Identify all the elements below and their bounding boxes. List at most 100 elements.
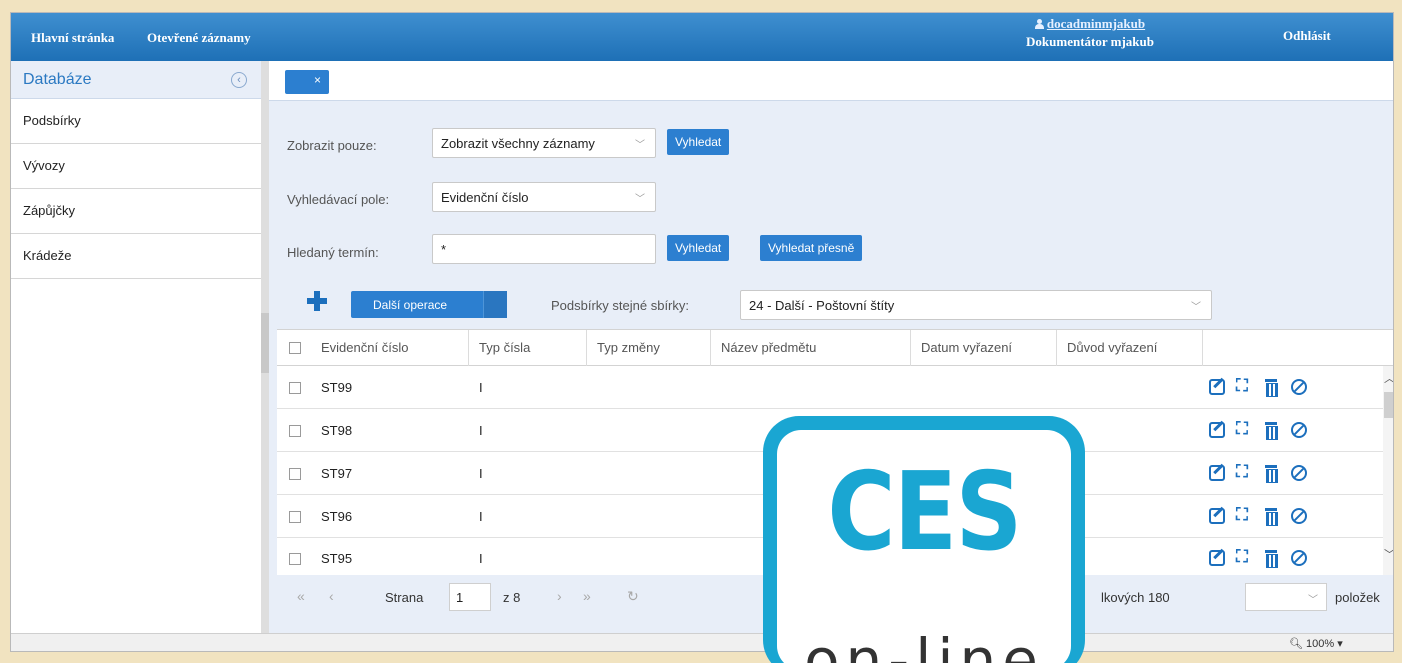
record-number: ST96 xyxy=(321,509,353,524)
number-type: I xyxy=(479,380,483,395)
sidebar: Databáze ‹ Podsbírky Vývozy Zápůjčky Krá… xyxy=(11,61,261,651)
expand-icon[interactable] xyxy=(1236,376,1252,396)
column-header[interactable]: Evidenční číslo xyxy=(311,330,469,366)
search-field-select[interactable]: Evidenční číslo ﹀ xyxy=(432,182,656,212)
logout-link[interactable]: Odhlásit xyxy=(1283,28,1331,44)
zoom-level[interactable]: 🔍︎ 100% ▾ xyxy=(1289,637,1343,650)
column-header[interactable]: Datum vyřazení xyxy=(911,330,1057,366)
ces-online-logo: CES on-line xyxy=(763,416,1085,663)
nav-open-records-link[interactable]: Otevřené záznamy xyxy=(147,30,251,46)
show-only-label: Zobrazit pouze: xyxy=(287,138,377,153)
page-label: Strana xyxy=(385,590,424,605)
block-icon[interactable] xyxy=(1291,508,1307,524)
first-page-icon[interactable]: « xyxy=(297,588,305,604)
edit-icon[interactable] xyxy=(1209,422,1225,438)
sidebar-item-vyvozy[interactable]: Vývozy xyxy=(11,144,261,189)
block-icon[interactable] xyxy=(1291,550,1307,566)
edit-icon[interactable] xyxy=(1209,550,1225,566)
sidebar-header: Databáze ‹ xyxy=(11,61,261,99)
zoom-icon: 🔍︎ xyxy=(1289,638,1303,650)
page-size-select[interactable]: ﹀ xyxy=(1245,583,1327,611)
user-info: docadminmjakub Dokumentátor mjakub xyxy=(1005,16,1175,50)
block-icon[interactable] xyxy=(1291,379,1307,395)
nav-home-link[interactable]: Hlavní stránka xyxy=(31,30,114,46)
expand-icon[interactable] xyxy=(1236,419,1252,439)
collapse-sidebar-icon[interactable]: ‹ xyxy=(231,72,247,88)
last-page-icon[interactable]: » xyxy=(583,588,591,604)
sidebar-item-podsbirky[interactable]: Podsbírky xyxy=(11,99,261,144)
block-icon[interactable] xyxy=(1291,465,1307,481)
splitter-grip[interactable] xyxy=(261,313,269,373)
search-term-value: * xyxy=(441,242,447,257)
scroll-up-icon[interactable]: ︿ xyxy=(1384,370,1393,386)
record-number: ST95 xyxy=(321,551,353,566)
table-scrollbar[interactable]: ︿ ﹀ xyxy=(1383,366,1393,576)
subcollections-select[interactable]: 24 - Další - Poštovní štíty ﹀ xyxy=(740,290,1212,320)
number-type: I xyxy=(479,466,483,481)
logo-title: CES xyxy=(827,450,1022,575)
number-type: I xyxy=(479,509,483,524)
expand-icon[interactable] xyxy=(1236,505,1252,525)
block-icon[interactable] xyxy=(1291,422,1307,438)
record-tab[interactable]: × xyxy=(285,70,329,94)
next-page-icon[interactable]: › xyxy=(557,588,562,604)
delete-icon[interactable] xyxy=(1263,508,1279,526)
delete-icon[interactable] xyxy=(1263,465,1279,483)
total-records-text: lkových 180 xyxy=(1101,590,1170,605)
page-number-input[interactable]: 1 xyxy=(449,583,491,611)
more-operations-label: Další operace xyxy=(373,298,448,312)
expand-icon[interactable] xyxy=(1236,462,1252,482)
row-checkbox[interactable] xyxy=(289,425,301,437)
table-row[interactable]: ST99 I xyxy=(277,367,1383,409)
user-role: Dokumentátor mjakub xyxy=(1026,34,1154,49)
page-number-value: 1 xyxy=(456,590,464,605)
previous-page-icon[interactable]: ‹ xyxy=(329,588,334,604)
edit-icon[interactable] xyxy=(1209,379,1225,395)
scroll-down-icon[interactable]: ﹀ xyxy=(1384,546,1393,562)
delete-icon[interactable] xyxy=(1263,379,1279,397)
expand-icon[interactable] xyxy=(1236,547,1252,567)
user-icon xyxy=(1034,19,1044,29)
page-total: z 8 xyxy=(503,590,521,605)
row-checkbox[interactable] xyxy=(289,382,301,394)
search-term-button[interactable]: Vyhledat xyxy=(667,235,730,261)
search-button[interactable]: Vyhledat xyxy=(667,129,730,155)
user-login-link[interactable]: docadminmjakub xyxy=(1047,16,1145,31)
subcollections-value: 24 - Další - Poštovní štíty xyxy=(749,298,895,313)
chevron-down-icon: ﹀ xyxy=(1191,302,1201,313)
search-exact-button[interactable]: Vyhledat přesně xyxy=(760,235,863,261)
app-window: Hlavní stránka Otevřené záznamy docadmin… xyxy=(10,12,1394,652)
search-term-input[interactable]: * xyxy=(432,234,656,264)
refresh-icon[interactable]: ↻ xyxy=(627,588,639,605)
show-only-select[interactable]: Zobrazit všechny záznamy ﹀ xyxy=(432,128,656,158)
add-record-icon[interactable] xyxy=(307,291,327,311)
chevron-down-icon: ﹀ xyxy=(1308,595,1318,606)
column-header[interactable]: Důvod vyřazení xyxy=(1057,330,1203,366)
more-operations-button[interactable]: Další operace xyxy=(351,291,507,318)
delete-icon[interactable] xyxy=(1263,422,1279,440)
edit-icon[interactable] xyxy=(1209,508,1225,524)
row-checkbox[interactable] xyxy=(289,468,301,480)
row-checkbox[interactable] xyxy=(289,553,301,565)
sidebar-item-kradeze[interactable]: Krádeže xyxy=(11,234,261,279)
sidebar-item-zapujcky[interactable]: Zápůjčky xyxy=(11,189,261,234)
sidebar-splitter[interactable] xyxy=(261,61,269,651)
table-header: Evidenční číslo Typ čísla Typ změny Náze… xyxy=(277,330,1393,366)
top-navigation-bar: Hlavní stránka Otevřené záznamy docadmin… xyxy=(11,13,1393,61)
logo-subtitle: on-line xyxy=(804,626,1044,663)
record-number: ST97 xyxy=(321,466,353,481)
dropdown-caret-icon[interactable] xyxy=(483,291,507,318)
delete-icon[interactable] xyxy=(1263,550,1279,568)
number-type: I xyxy=(479,551,483,566)
close-tab-icon[interactable]: × xyxy=(314,73,321,87)
row-checkbox[interactable] xyxy=(289,511,301,523)
search-field-label: Vyhledávací pole: xyxy=(287,192,390,207)
column-header[interactable]: Typ čísla xyxy=(469,330,587,366)
column-header[interactable]: Typ změny xyxy=(587,330,711,366)
select-all-checkbox[interactable] xyxy=(289,342,301,354)
column-header[interactable]: Název předmětu xyxy=(711,330,911,366)
scrollbar-thumb[interactable] xyxy=(1384,392,1393,418)
items-label: položek xyxy=(1335,590,1380,605)
search-field-value: Evidenční číslo xyxy=(441,190,529,205)
edit-icon[interactable] xyxy=(1209,465,1225,481)
